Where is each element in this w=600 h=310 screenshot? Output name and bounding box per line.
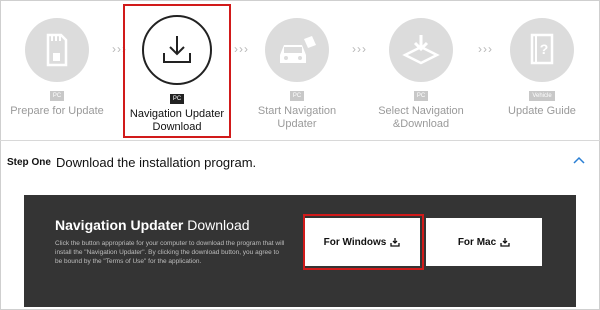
chevron-up-icon[interactable]: [572, 153, 586, 167]
select-download-icon: [401, 33, 441, 67]
car-sd-icon: [276, 33, 318, 67]
active-step-highlight: [123, 4, 231, 138]
panel-title-rest: Download: [183, 217, 250, 233]
panel-title-bold: Navigation Updater: [55, 217, 184, 233]
chevron-right-icon: ›››: [352, 42, 367, 56]
step-circle: [265, 18, 329, 82]
step-circle: [389, 18, 453, 82]
step-label: Select Navigation &Download: [378, 105, 464, 130]
step-one-row[interactable]: Step One Download the installation progr…: [0, 141, 600, 185]
step-prepare[interactable]: PC Prepare for Update: [2, 10, 112, 118]
update-steps: PC Prepare for Update ››› PC Navigation …: [0, 0, 600, 140]
step-badge: PC: [413, 91, 429, 101]
panel-title: Navigation Updater Download: [55, 217, 250, 233]
step-label: Start Navigation Updater: [257, 105, 337, 130]
step-start-navigation-updater[interactable]: PC Start Navigation Updater: [242, 10, 352, 131]
step-label: Update Guide: [508, 105, 576, 117]
step-badge: Vehicle: [529, 91, 555, 101]
guide-book-icon: ?: [527, 32, 557, 68]
download-mac-button[interactable]: For Mac: [426, 218, 542, 266]
download-icon: [500, 237, 510, 247]
step-circle: ?: [510, 18, 574, 82]
step-label: Prepare for Update: [10, 105, 104, 117]
step-badge: PC: [289, 91, 305, 101]
step-update-guide[interactable]: ? Vehicle Update Guide: [487, 10, 597, 118]
windows-button-highlight: [303, 214, 424, 270]
step-badge: PC: [49, 91, 65, 101]
sd-card-icon: [42, 31, 72, 69]
step-title: Download the installation program.: [56, 155, 257, 170]
panel-description: Click the button appropriate for your co…: [55, 240, 285, 265]
step-number: Step One: [7, 157, 51, 168]
mac-button-label: For Mac: [457, 236, 497, 248]
download-panel: Navigation Updater Download Click the bu…: [24, 195, 576, 307]
svg-text:?: ?: [540, 41, 549, 57]
step-circle: [25, 18, 89, 82]
step-select-navigation-download[interactable]: PC Select Navigation &Download: [366, 10, 476, 131]
